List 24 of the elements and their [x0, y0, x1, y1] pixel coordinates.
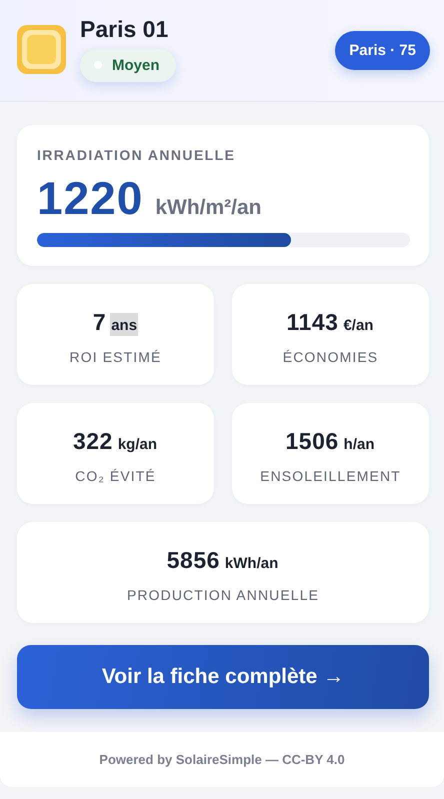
stat-value: 1506	[285, 428, 339, 454]
stat-unit: kg/an	[116, 434, 158, 454]
footer-text: Powered by SolaireSimple — CC-BY 4.0	[99, 752, 345, 767]
location-badge: Paris · 75	[335, 31, 430, 70]
stat-label: ENSOLEILLEMENT	[260, 468, 401, 484]
stat-unit: h/an	[342, 434, 376, 454]
metric-unit: kWh/m²/an	[155, 196, 262, 220]
view-details-button[interactable]: Voir la fiche complète →	[17, 645, 429, 709]
stat-value: 5856	[166, 546, 220, 574]
stat-label: ROI ESTIMÉ	[70, 348, 162, 364]
logo-icon	[17, 25, 66, 74]
stat-unit: €/an	[342, 316, 374, 336]
stat-label: ÉCONOMIES	[282, 348, 378, 364]
location-title: Paris 01	[80, 16, 168, 42]
stat-label: CO₂ ÉVITÉ	[75, 468, 156, 484]
stat-label: PRODUCTION ANNUELLE	[126, 586, 320, 602]
stat-value: 322	[72, 428, 113, 454]
stat-value: 7	[92, 308, 106, 336]
metric-label: IRRADIATION ANNUELLE	[37, 147, 236, 163]
metric-value: 1220	[37, 171, 144, 225]
stat-unit: ans	[110, 312, 138, 336]
stat-unit: kWh/an	[224, 554, 280, 574]
status-badge: Moyen	[80, 48, 176, 82]
stat-value: 1143	[286, 308, 338, 336]
